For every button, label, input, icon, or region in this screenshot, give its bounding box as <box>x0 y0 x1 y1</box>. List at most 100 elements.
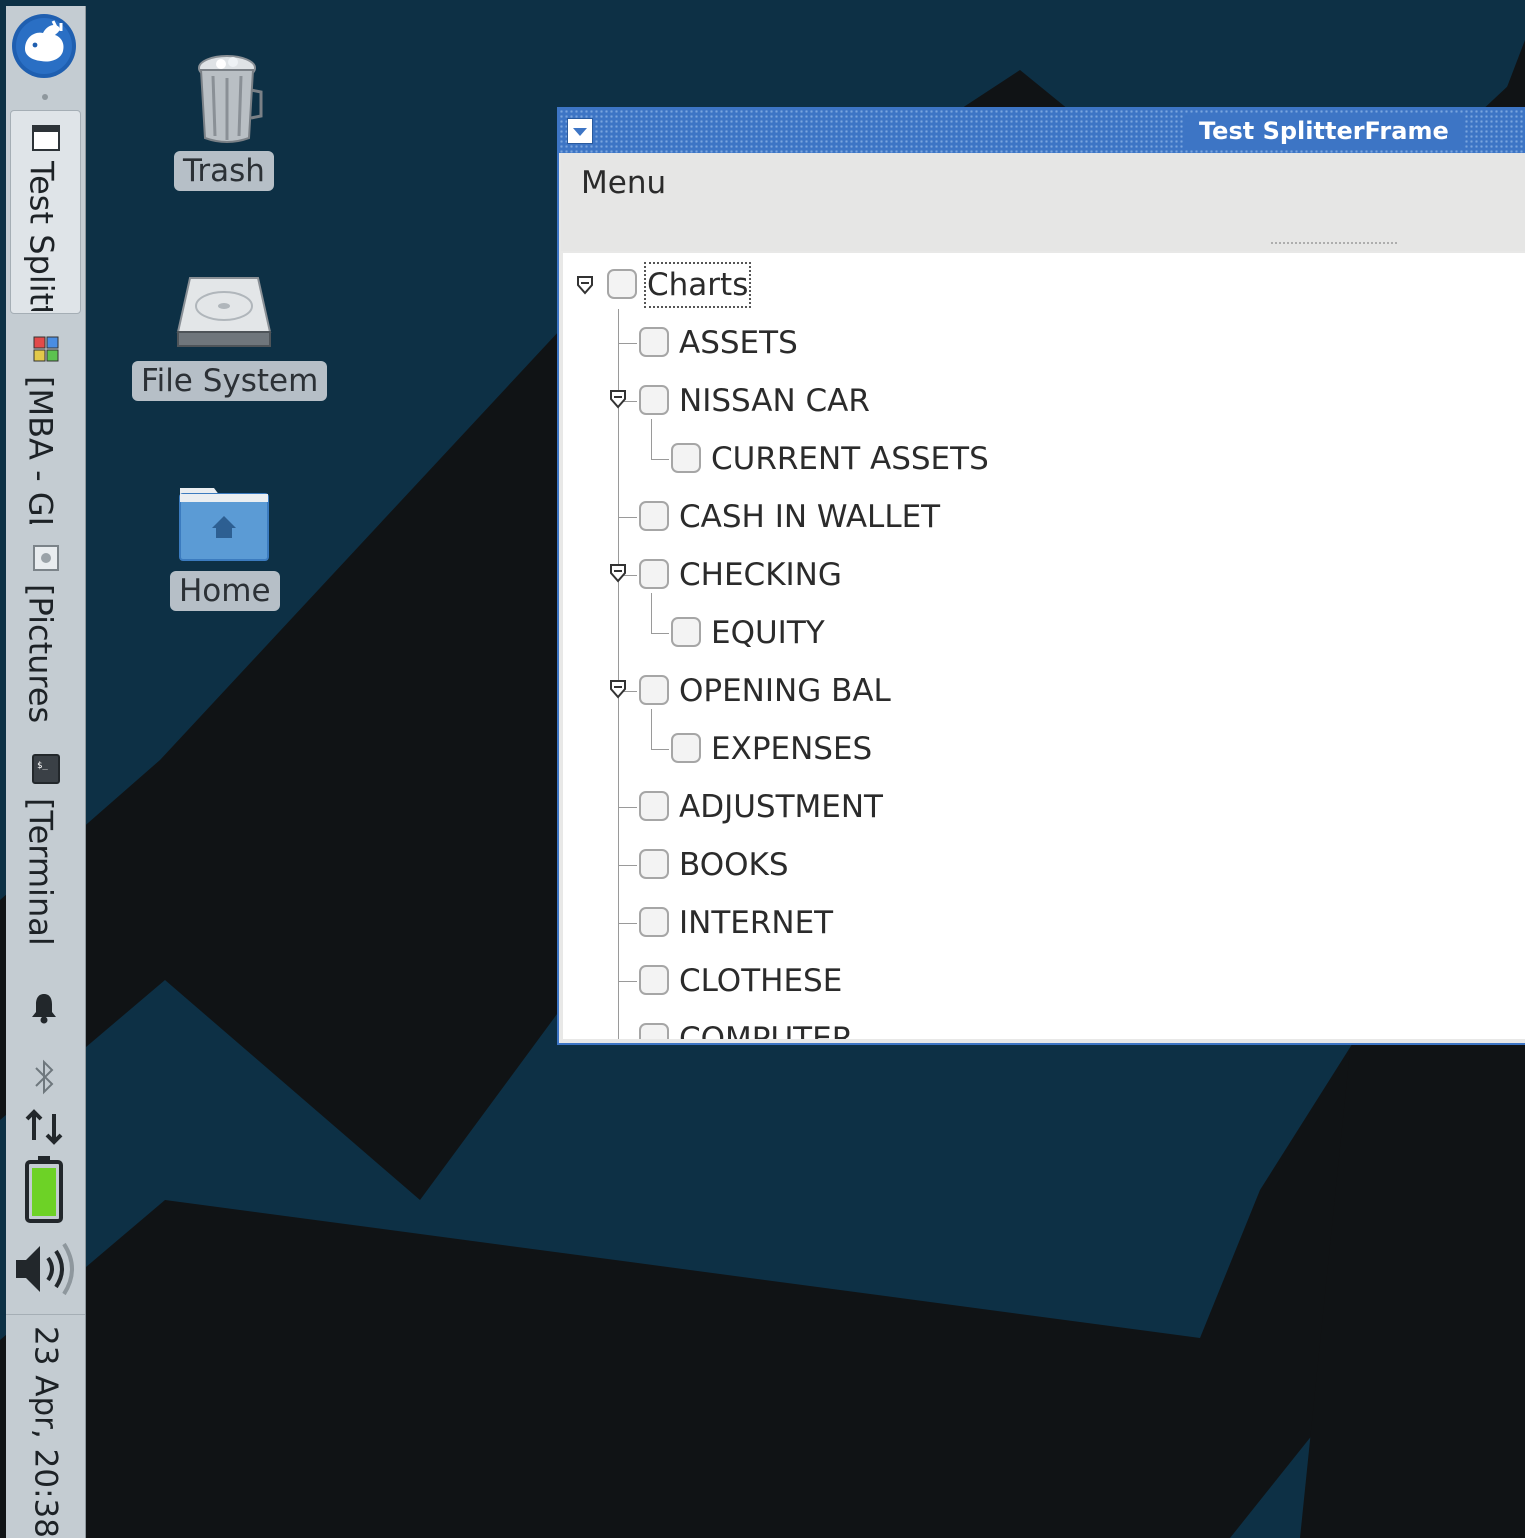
checkbox[interactable] <box>639 501 669 531</box>
terminal-icon: $_ <box>32 754 60 784</box>
task-button-terminal[interactable]: $_ [Terminal <box>10 748 81 948</box>
tree-connector <box>619 923 637 924</box>
checkbox[interactable] <box>639 385 669 415</box>
expander-open-icon[interactable] <box>608 387 628 411</box>
notification-bell-icon[interactable] <box>30 991 58 1025</box>
checkbox[interactable] <box>607 269 637 299</box>
tree-item-label: INTERNET <box>679 905 834 941</box>
tree-view[interactable]: Charts ASSETS NISSAN CAR CURRENT ASSETS CAS… <box>563 253 1525 1039</box>
checkbox[interactable] <box>671 443 701 473</box>
desktop-icon-label: File System <box>132 361 328 401</box>
tree-connector <box>651 633 669 634</box>
checkbox[interactable] <box>639 675 669 705</box>
checkbox[interactable] <box>671 733 701 763</box>
desktop-icon-label: Trash <box>174 151 274 191</box>
bluetooth-icon[interactable] <box>32 1058 56 1096</box>
taskbar-panel: Test Splitt [MBA - GL [Pictures · $_ [Te… <box>6 6 86 1538</box>
tree-item-row[interactable]: BOOKS <box>563 835 1263 893</box>
tree-connector <box>619 343 637 344</box>
window-titlebar[interactable]: Test SplitterFrame <box>559 109 1525 153</box>
tree-connector <box>651 419 652 459</box>
tree-connector <box>651 459 669 460</box>
checkbox[interactable] <box>639 559 669 589</box>
desktop-icon-trash[interactable]: Trash <box>120 50 330 220</box>
network-icon[interactable] <box>24 1106 68 1148</box>
tree-item-row[interactable]: COMPUTER <box>563 1009 1263 1039</box>
tree-connector <box>619 807 637 808</box>
task-button-pictures[interactable]: [Pictures · <box>10 538 81 734</box>
window-icon <box>32 125 60 151</box>
tree-item-label: BOOKS <box>679 847 789 883</box>
tree-connector <box>651 709 652 749</box>
desktop-icon-label: Home <box>170 571 280 611</box>
task-button-mba-gl[interactable]: [MBA - GL <box>10 324 81 524</box>
checkbox[interactable] <box>639 327 669 357</box>
app-grid-icon <box>33 336 59 362</box>
task-label: [MBA - GL <box>21 376 60 524</box>
task-label: [Pictures · <box>21 584 60 734</box>
menubar: Menu <box>561 153 1525 251</box>
checkbox[interactable] <box>639 849 669 879</box>
task-label: [Terminal <box>21 798 60 946</box>
tree-item-row[interactable]: INTERNET <box>563 893 1263 951</box>
checkbox[interactable] <box>639 965 669 995</box>
volume-icon[interactable] <box>12 1238 78 1300</box>
tree-connector <box>619 981 637 982</box>
tree-item-row[interactable]: ADJUSTMENT <box>563 777 1263 835</box>
panel-separator <box>42 94 48 100</box>
home-folder-icon <box>179 488 269 561</box>
tree-item-row[interactable]: CHECKING <box>563 545 1263 603</box>
tree-item-row[interactable]: ASSETS <box>563 313 1263 371</box>
desktop-icon-home[interactable]: Home <box>120 482 330 642</box>
application-window: Test SplitterFrame Menu Charts ASSETS NIS… <box>557 107 1525 1045</box>
battery-icon[interactable] <box>24 1154 64 1224</box>
trash-icon <box>198 55 263 143</box>
checkbox[interactable] <box>639 907 669 937</box>
tree-item-row[interactable]: EQUITY <box>563 593 1263 661</box>
menu-item-menu[interactable]: Menu <box>581 165 666 201</box>
task-button-test-splitterframe[interactable]: Test Splitt <box>10 110 81 314</box>
tree-item-label: CHECKING <box>679 557 842 593</box>
xfce-mouse-icon <box>12 14 76 78</box>
task-label: Test Splitt <box>22 161 61 311</box>
tree-item-row[interactable]: CLOTHESE <box>563 951 1263 1009</box>
desktop-icon-file-system[interactable]: File System <box>120 268 330 428</box>
panel-separator <box>6 1314 85 1315</box>
checkbox[interactable] <box>639 1023 669 1039</box>
app-menu-button[interactable] <box>11 13 77 79</box>
tree-root-label: Charts <box>643 262 752 308</box>
tree-root-row[interactable]: Charts <box>563 255 963 313</box>
expander-open-icon[interactable] <box>608 561 628 585</box>
hard-drive-icon <box>176 277 272 347</box>
window-menu-button[interactable] <box>567 118 593 144</box>
clock[interactable]: 23 Apr, 20:38 <box>6 1326 85 1536</box>
svg-text:$_: $_ <box>37 761 48 771</box>
tree-item-label: CURRENT ASSETS <box>711 441 989 477</box>
tree-item-row[interactable]: NISSAN CAR <box>563 371 1263 429</box>
tree-item-label: NISSAN CAR <box>679 383 870 419</box>
checkbox[interactable] <box>639 791 669 821</box>
tree-connector <box>651 749 669 750</box>
tree-item-label: ADJUSTMENT <box>679 789 883 825</box>
tree-item-row[interactable]: CASH IN WALLET <box>563 487 1263 545</box>
checkbox[interactable] <box>671 617 701 647</box>
tree-connector <box>619 517 637 518</box>
tree-connector <box>651 593 652 633</box>
chevron-down-icon <box>573 128 587 136</box>
expander-open-icon[interactable] <box>608 677 628 701</box>
tree-item-row[interactable]: CURRENT ASSETS <box>563 419 1263 487</box>
tree-connector <box>619 865 637 866</box>
splitter-handle[interactable] <box>1270 241 1398 245</box>
tree-item-row[interactable]: OPENING BAL <box>563 661 1263 719</box>
tree-item-label: ASSETS <box>679 325 798 361</box>
tree-item-label: CASH IN WALLET <box>679 499 941 535</box>
window-title: Test SplitterFrame <box>1183 114 1465 148</box>
tree-item-label: EQUITY <box>711 615 825 651</box>
tree-item-label: EXPENSES <box>711 731 873 767</box>
tree-item-label: COMPUTER <box>679 1021 854 1039</box>
tree-item-label: CLOTHESE <box>679 963 843 999</box>
image-viewer-icon <box>33 545 59 571</box>
tree-item-row[interactable]: EXPENSES <box>563 709 1263 777</box>
expander-open-icon[interactable] <box>575 273 595 297</box>
tree-item-label: OPENING BAL <box>679 673 891 709</box>
